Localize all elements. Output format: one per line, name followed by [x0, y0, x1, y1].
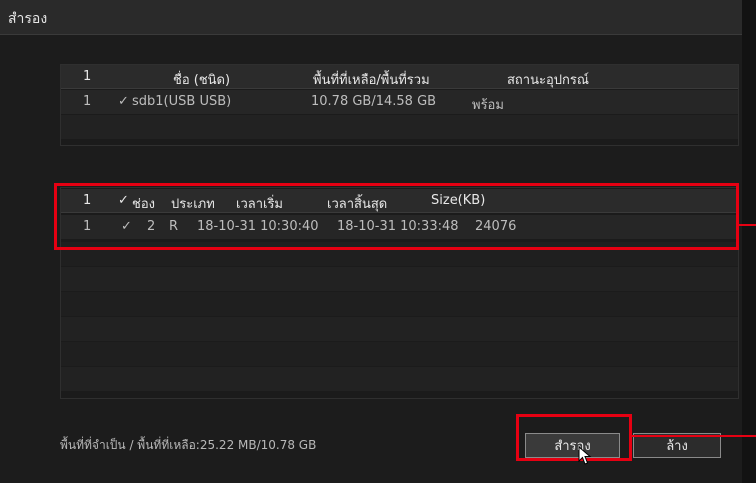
device-name: sdb1(USB USB) [132, 94, 232, 109]
backup-button-highlight-box [516, 414, 632, 461]
title-bar: สำรอง [0, 0, 742, 35]
device-empty-row [61, 115, 738, 139]
device-table-header: 1 ชื่อ (ชนิด) พื้นที่ที่เหลือ/พื้นที่รวม… [61, 65, 738, 89]
space-info: พื้นที่ที่จำเป็น / พื้นที่ที่เหลือ:25.22… [60, 438, 317, 452]
device-header-status: สถานะอุปกรณ์ [507, 73, 589, 88]
device-header-space: พื้นที่ที่เหลือ/พื้นที่รวม [313, 73, 430, 88]
file-row-highlight-pointer [739, 224, 756, 226]
device-row[interactable]: 1 ✓ sdb1(USB USB) 10.78 GB/14.58 GB พร้อ… [61, 90, 738, 114]
clear-button-label: ล้าง [666, 439, 688, 454]
device-table: 1 ชื่อ (ชนิด) พื้นที่ที่เหลือ/พื้นที่รวม… [60, 64, 739, 146]
device-header-name: ชื่อ (ชนิด) [173, 73, 231, 88]
window-title: สำรอง [8, 11, 48, 27]
backup-button-highlight-pointer [632, 435, 756, 437]
device-check-icon[interactable]: ✓ [118, 94, 129, 109]
device-space: 10.78 GB/14.58 GB [311, 94, 437, 109]
mouse-pointer-icon [578, 446, 592, 465]
file-empty-row [61, 367, 738, 391]
file-empty-row [61, 317, 738, 341]
file-empty-row [61, 292, 738, 316]
file-empty-row [61, 342, 738, 366]
file-empty-row [61, 267, 738, 291]
file-row-highlight-box [54, 183, 739, 250]
device-header-number: 1 [83, 69, 92, 84]
device-status: พร้อม [472, 98, 504, 113]
device-row-number: 1 [83, 94, 92, 109]
